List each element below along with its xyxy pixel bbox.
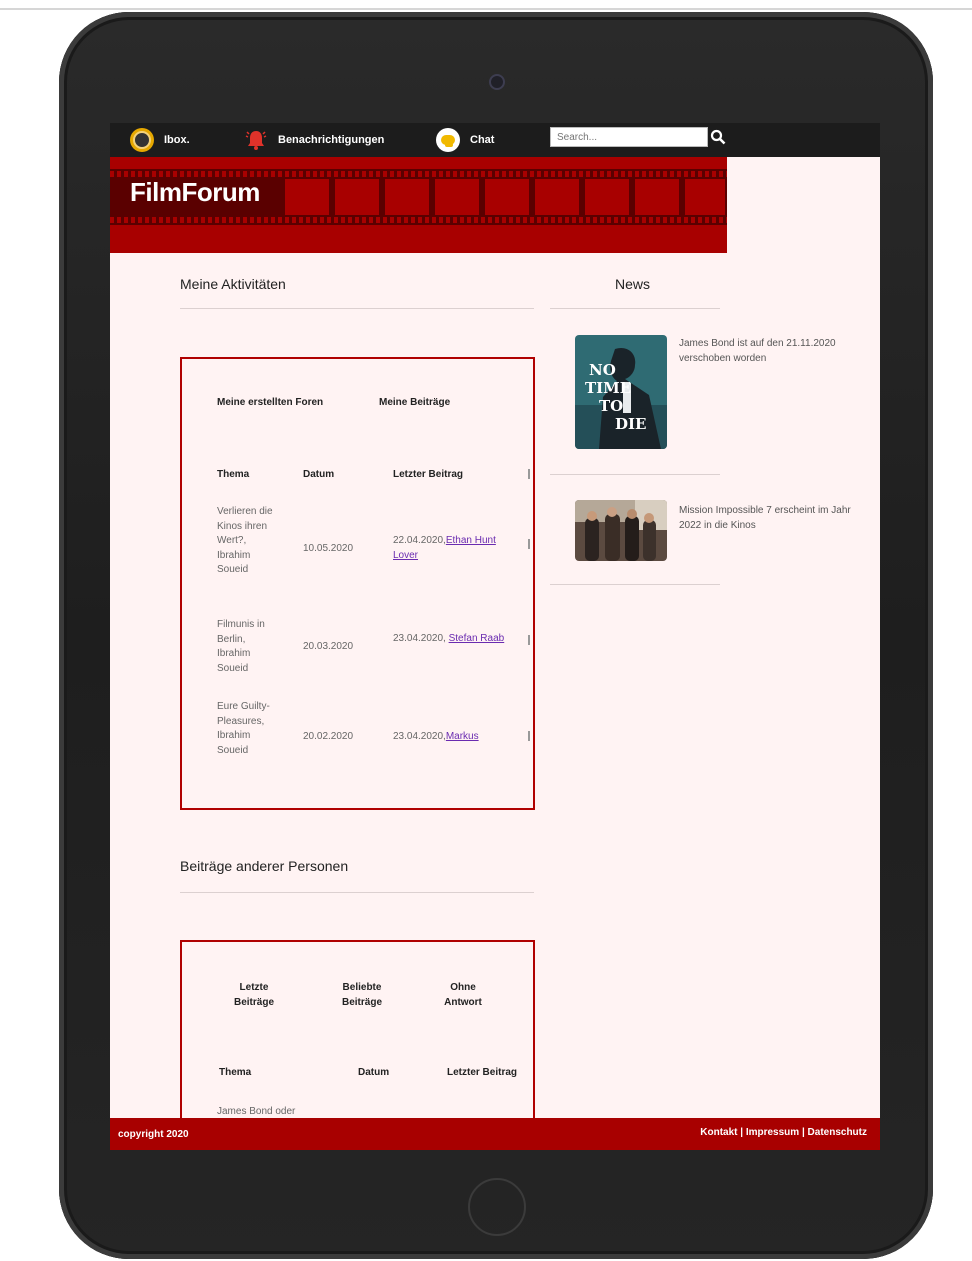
top-nav: Ibox. Benachrichtigungen Chat [110,123,880,157]
others-box: Letzte Beiträge Beliebte Beiträge Ohne A… [180,940,535,1140]
column-divider [528,469,530,479]
column-header-topic[interactable]: Thema [219,1067,251,1078]
divider [180,308,534,309]
news-item-text[interactable]: James Bond ist auf den 21.11.2020 versch… [679,336,869,366]
nav-item-ibox[interactable]: Ibox. [130,127,190,153]
nav-item-label: Benachrichtigungen [278,134,385,146]
tab-my-forums[interactable]: Meine erstellten Foren [217,397,323,408]
news-image-no-time-to-die[interactable]: NO TIME TO DIE [575,335,667,449]
news-heading: News [615,276,651,292]
chat-bubble-icon [436,128,460,152]
page-top-border [0,8,972,10]
nav-item-label: Ibox. [164,134,190,146]
divider [550,474,720,475]
copyright-text: copyright 2020 [118,1129,189,1140]
nav-item-chat[interactable]: Chat [436,127,494,153]
home-button[interactable] [468,1178,526,1236]
poster-title-line: TIME [585,379,631,397]
tab-popular-posts[interactable]: Beliebte Beiträge [332,980,392,1010]
camera-icon [489,74,505,90]
table-row-topic[interactable]: Verlieren die Kinos ihren Wert?, Ibrahim… [217,505,279,578]
search-input[interactable] [550,127,708,147]
bell-icon [244,128,268,152]
poster-title-line: TO [599,397,623,415]
user-link[interactable]: Stefan Raab [449,633,505,644]
table-row-last-post: 23.04.2020, Stefan Raab [393,633,505,644]
table-row-date: 10.05.2020 [303,543,354,554]
column-header-topic[interactable]: Thema [217,469,249,480]
nav-item-label: Chat [470,134,495,146]
column-header-last-post[interactable]: Letzter Beitrag [393,469,463,480]
table-row-topic[interactable]: Filmunis in Berlin, Ibrahim Soueid [217,618,279,676]
column-divider [528,731,530,741]
table-row-topic[interactable]: Eure Guilty-Pleasures, Ibrahim Soueid [217,700,279,758]
tablet-screen: Ibox. Benachrichtigungen Chat Search... … [110,123,880,1150]
others-heading: Beiträge anderer Personen [180,858,349,874]
footer-links[interactable]: Kontakt | Impressum | Datenschutz [700,1127,867,1138]
site-banner: FilmForum [110,157,727,253]
nav-item-notifications[interactable]: Benachrichtigungen [244,127,384,153]
search-icon[interactable] [710,129,726,145]
column-header-date[interactable]: Datum [303,469,334,480]
user-link[interactable]: Markus [446,731,479,742]
divider [550,584,720,585]
table-row-date: 20.02.2020 [303,731,354,742]
news-item-text[interactable]: Mission Impossible 7 erscheint im Jahr 2… [679,503,869,533]
tab-my-posts[interactable]: Meine Beiträge [379,397,450,408]
poster-title-line: DIE [615,415,646,433]
column-divider [528,539,530,549]
activities-heading: Meine Aktivitäten [180,276,286,292]
table-row-last-post: 23.04.2020,Markus [393,731,479,742]
table-row-date: 20.03.2020 [303,641,354,652]
tab-latest-posts[interactable]: Letzte Beiträge [228,980,280,1010]
column-header-last-post[interactable]: Letzter Beitrag [447,1067,517,1078]
column-divider [528,635,530,645]
divider [180,892,534,893]
column-header-date[interactable]: Datum [358,1067,389,1078]
tab-unanswered[interactable]: Ohne Antwort [437,980,489,1010]
user-avatar-icon [130,128,154,152]
divider [550,308,720,309]
footer: copyright 2020 Kontakt | Impressum | Dat… [110,1118,880,1150]
table-row-last-post: 22.04.2020,Ethan Hunt Lover [393,535,496,561]
news-image-mission-impossible[interactable] [575,500,667,561]
activities-box: Meine erstellten Foren Meine Beiträge Th… [180,357,535,810]
poster-title-line: NO [589,361,616,379]
site-logo[interactable]: FilmForum [130,177,260,208]
